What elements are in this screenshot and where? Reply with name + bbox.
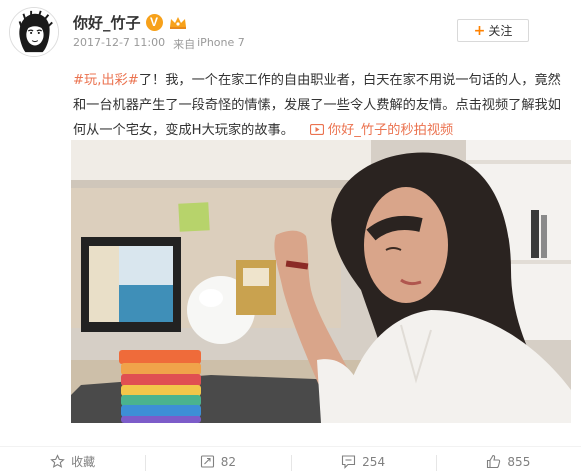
like-button[interactable]: 855 [435, 447, 581, 476]
weibo-post-card: 你好_竹子 V 2017-12-7 11:00 来自 iPhone 7 + 关注… [0, 0, 581, 476]
repost-icon [200, 455, 214, 468]
follow-button-label: 关注 [488, 24, 513, 38]
favorite-button[interactable]: 收藏 [0, 447, 145, 476]
avatar-illustration [10, 8, 58, 56]
avatar[interactable] [9, 7, 59, 57]
star-icon [50, 454, 65, 468]
source-device[interactable]: iPhone 7 [197, 36, 245, 52]
source-prefix: 来自 [173, 38, 196, 51]
comment-button[interactable]: 254 [290, 447, 436, 476]
thumbs-up-icon [487, 454, 501, 469]
video-player[interactable] [71, 140, 571, 423]
repost-button[interactable]: 82 [145, 447, 290, 476]
post-meta: 2017-12-7 11:00 来自 iPhone 7 [73, 36, 245, 52]
post-text: #玩,出彩#了！我，一个在家工作的自由职业者，白天在家不用说一句话的人，竟然和一… [73, 68, 573, 143]
like-count: 855 [507, 454, 531, 469]
favorite-label: 收藏 [71, 455, 96, 469]
hashtag-link[interactable]: #玩,出彩# [73, 73, 139, 88]
video-play-icon [309, 124, 324, 135]
vip-crown-icon[interactable] [168, 15, 188, 30]
video-link[interactable]: 你好_竹子的秒拍视频 [308, 123, 453, 138]
comment-count: 254 [362, 454, 386, 469]
username[interactable]: 你好_竹子 [73, 12, 141, 33]
post-timestamp[interactable]: 2017-12-7 11:00 [73, 36, 165, 52]
comment-icon [342, 455, 356, 469]
username-row: 你好_竹子 V [73, 12, 188, 32]
action-bar: 收藏 82 254 855 [0, 446, 581, 476]
video-link-label: 你好_竹子的秒拍视频 [327, 123, 454, 138]
plus-icon: + [473, 22, 486, 39]
follow-button[interactable]: + 关注 [457, 19, 529, 42]
repost-count: 82 [220, 454, 237, 469]
video-frame [71, 140, 571, 423]
verified-badge-icon: V [145, 13, 163, 31]
